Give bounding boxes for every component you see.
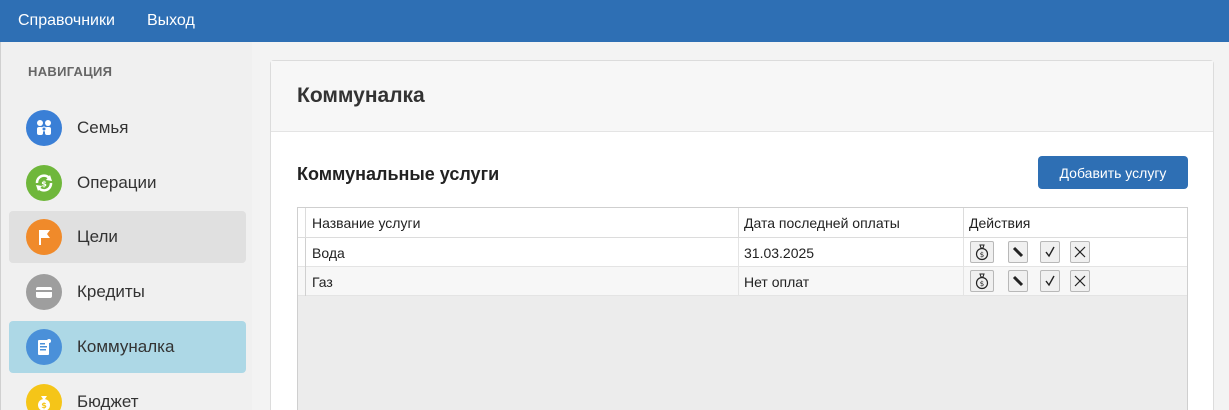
svg-text:$: $ xyxy=(980,280,984,288)
card-header: Коммуналка xyxy=(271,61,1213,132)
sidebar-item-family[interactable]: Семья xyxy=(9,102,246,154)
pay-icon[interactable]: $ xyxy=(970,270,994,292)
delete-icon[interactable] xyxy=(1070,270,1090,292)
sidebar-item-label: Семья xyxy=(77,118,129,137)
row-selector[interactable] xyxy=(298,238,306,267)
add-service-button[interactable]: Добавить услугу xyxy=(1038,156,1188,189)
operations-icon: $ xyxy=(26,165,62,201)
delete-icon[interactable] xyxy=(1070,241,1090,263)
grid-header: Название услуги Дата последней оплаты Де… xyxy=(298,208,1187,238)
svg-text:$: $ xyxy=(41,180,47,189)
sidebar-item-label: Кредиты xyxy=(77,282,145,301)
sidebar-item-label: Операции xyxy=(77,173,157,192)
cell-service-name[interactable]: Газ xyxy=(307,267,739,296)
cell-last-payment[interactable]: Нет оплат xyxy=(739,267,964,296)
cell-service-name[interactable]: Вода xyxy=(307,238,739,267)
table-row[interactable]: Газ Нет оплат $ xyxy=(298,267,1187,296)
page-title: Коммуналка xyxy=(297,84,425,107)
row-header-stub xyxy=(298,208,306,238)
sidebar-item-budget[interactable]: $ Бюджет xyxy=(9,376,246,410)
sidebar-item-goals[interactable]: Цели xyxy=(9,211,246,263)
sidebar-item-label: Цели xyxy=(77,227,118,246)
svg-text:$: $ xyxy=(980,251,984,259)
row-selector[interactable] xyxy=(298,267,306,296)
flag-icon xyxy=(26,219,62,255)
cell-last-payment[interactable]: 31.03.2025 xyxy=(739,238,964,267)
sidebar-item-label: Коммуналка xyxy=(77,337,175,356)
sidebar-item-credits[interactable]: Кредиты xyxy=(9,266,246,318)
services-grid: Название услуги Дата последней оплаты Де… xyxy=(297,207,1188,410)
section-title: Коммунальные услуги xyxy=(297,164,500,184)
column-header-name[interactable]: Название услуги xyxy=(307,208,739,238)
utilities-card: Коммуналка Коммунальные услуги Добавить … xyxy=(270,60,1214,410)
receipt-icon xyxy=(26,329,62,365)
family-icon xyxy=(26,110,62,146)
check-icon[interactable] xyxy=(1040,270,1060,292)
menu-directories[interactable]: Справочники xyxy=(0,0,131,42)
sidebar-item-operations[interactable]: $ Операции xyxy=(9,157,246,209)
edit-icon[interactable] xyxy=(1008,270,1028,292)
check-icon[interactable] xyxy=(1040,241,1060,263)
sidebar: НАВИГАЦИЯ Семья $ Операции Цели Кредиты … xyxy=(0,42,252,410)
pay-icon[interactable]: $ xyxy=(970,241,994,263)
top-menu-bar: Справочники Выход xyxy=(0,0,1229,42)
menu-exit[interactable]: Выход xyxy=(131,0,211,42)
svg-text:$: $ xyxy=(41,401,47,410)
sidebar-item-utilities[interactable]: Коммуналка xyxy=(9,321,246,373)
nav-heading: НАВИГАЦИЯ xyxy=(28,64,113,79)
edit-icon[interactable] xyxy=(1008,241,1028,263)
sidebar-item-label: Бюджет xyxy=(77,392,139,410)
card-icon xyxy=(26,274,62,310)
table-row[interactable]: Вода 31.03.2025 $ xyxy=(298,238,1187,267)
money-bag-icon: $ xyxy=(26,384,62,410)
column-header-last-payment[interactable]: Дата последней оплаты xyxy=(739,208,964,238)
column-header-actions[interactable]: Действия xyxy=(964,208,1187,238)
